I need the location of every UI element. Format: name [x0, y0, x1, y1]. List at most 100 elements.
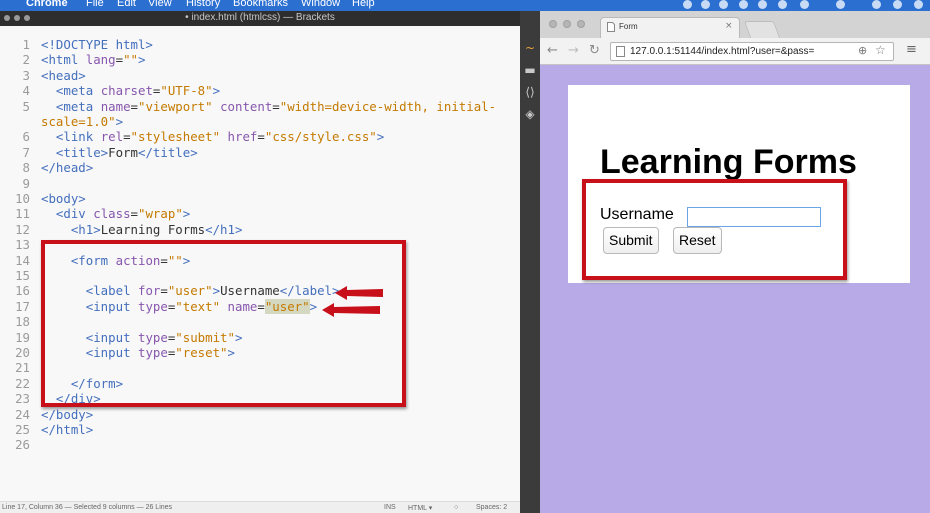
code-token: <head> [41, 67, 86, 83]
code-line: 9 [0, 176, 41, 191]
code-token: "stylesheet" [130, 129, 221, 145]
line-number: 15 [15, 268, 30, 283]
code-token: <title> [55, 144, 109, 160]
annotation-box-form-code [41, 240, 406, 407]
line-number: 7 [22, 144, 30, 160]
minimize-window-button[interactable] [563, 20, 571, 28]
page-icon [607, 22, 615, 32]
menu-item-window[interactable]: Window [301, 0, 340, 9]
editor-status-bar: Line 17, Column 36 — Selected 9 columns … [0, 501, 520, 513]
code-line: 4 <meta charset="UTF-8"> [0, 83, 221, 98]
close-window-button[interactable] [549, 20, 557, 28]
code-line: 15 [0, 268, 41, 283]
line-number: 14 [15, 252, 30, 268]
code-line: 18 [0, 314, 41, 329]
reload-icon[interactable]: ↻ [589, 43, 600, 58]
line-number: 3 [22, 67, 30, 83]
code-token: = [130, 98, 138, 114]
code-icon[interactable]: ⟨⟩ [523, 85, 537, 99]
code-token: <div [55, 206, 94, 222]
code-token: Learning Forms [100, 221, 206, 237]
code-token: > [182, 206, 191, 222]
code-token: name [100, 98, 131, 114]
battery-icon[interactable] [800, 0, 809, 9]
layers-icon[interactable]: ◈ [523, 107, 537, 121]
editor-title: • index.html (htmlcss) — Brackets [185, 12, 335, 23]
code-token: </h1> [205, 221, 243, 237]
line-number: 12 [15, 221, 30, 237]
code-line: 8 </head> [0, 160, 94, 175]
code-token: > [376, 129, 385, 145]
code-token: <body> [41, 191, 86, 206]
code-token: </title> [137, 144, 198, 160]
code-line: 26 [0, 437, 41, 452]
menu-item-history[interactable]: History [186, 0, 220, 9]
status-icon[interactable] [719, 0, 728, 9]
bookmark-star-icon[interactable]: ☆ [875, 43, 886, 57]
menu-item-bookmarks[interactable]: Bookmarks [233, 0, 288, 9]
new-tab-button[interactable] [743, 21, 781, 38]
line-number: 6 [22, 129, 30, 145]
code-token: <h1> [70, 221, 101, 237]
code-token: scale=1.0" [41, 114, 116, 129]
user-icon[interactable] [872, 0, 881, 9]
line-number: 13 [15, 237, 30, 253]
url-text: 127.0.0.1:51144/index.html?user=&pass= [630, 46, 815, 57]
editor-title-bar: • index.html (htmlcss) — Brackets [0, 11, 520, 26]
extension-icon[interactable]: ▬ [523, 63, 537, 77]
menu-item-help[interactable]: Help [352, 0, 375, 9]
menu-item-view[interactable]: View [148, 0, 172, 9]
zoom-window-button[interactable] [577, 20, 585, 28]
live-preview-icon[interactable]: ~ [523, 41, 537, 55]
line-number: 26 [15, 437, 30, 453]
browser-tab[interactable]: Form × [600, 17, 740, 38]
menu-item-chrome[interactable]: Chrome [26, 0, 68, 9]
clock-icon[interactable] [836, 0, 845, 9]
code-token: <html [41, 52, 86, 68]
code-line: 2 <html lang=""> [0, 52, 146, 68]
spotlight-icon[interactable] [893, 0, 902, 9]
notifications-icon[interactable] [914, 0, 923, 9]
code-token: <link [55, 129, 101, 145]
tab-close-icon[interactable]: × [725, 21, 733, 31]
forward-icon[interactable]: → [568, 43, 579, 58]
insert-mode-toggle[interactable]: INS [384, 504, 396, 511]
chrome-menu-icon[interactable]: ≡ [906, 42, 917, 57]
code-token: > [115, 114, 124, 129]
volume-icon[interactable] [778, 0, 787, 9]
code-line: 6 <link rel="stylesheet" href="css/style… [0, 129, 385, 145]
language-select[interactable]: HTML ▾ [408, 504, 432, 512]
indent-setting[interactable]: Spaces: 2 [476, 504, 507, 511]
zoom-icon[interactable]: ⊕ [858, 44, 867, 57]
line-number: 10 [15, 191, 30, 206]
address-bar[interactable]: 127.0.0.1:51144/index.html?user=&pass= ⊕… [610, 42, 894, 61]
code-token: <meta [55, 98, 101, 114]
menu-item-file[interactable]: File [86, 0, 104, 9]
status-icon[interactable] [683, 0, 692, 9]
brackets-editor-window: • index.html (htmlcss) — Brackets 1 <!DOC… [0, 11, 520, 513]
code-token: = [272, 98, 280, 114]
back-icon[interactable]: ← [547, 43, 558, 58]
code-line: scale=1.0"> [0, 114, 123, 129]
arrow-icon [322, 303, 380, 317]
status-icon[interactable] [739, 0, 748, 9]
menu-item-edit[interactable]: Edit [117, 0, 136, 9]
status-icon[interactable] [701, 0, 710, 9]
wifi-icon[interactable] [758, 0, 767, 9]
code-token: Form [108, 144, 138, 160]
tab-strip: Form × [540, 11, 930, 38]
code-line: 25 </html> [0, 422, 93, 437]
code-token: = [130, 206, 139, 222]
code-token: rel [100, 129, 124, 145]
editor-toolbar: ~ ▬ ⟨⟩ ◈ [520, 11, 540, 513]
code-token: > [138, 52, 146, 68]
line-number: 24 [15, 406, 30, 422]
code-token: content [220, 98, 273, 114]
code-token: class [93, 206, 131, 222]
linter-icon[interactable]: ○ [454, 504, 458, 511]
